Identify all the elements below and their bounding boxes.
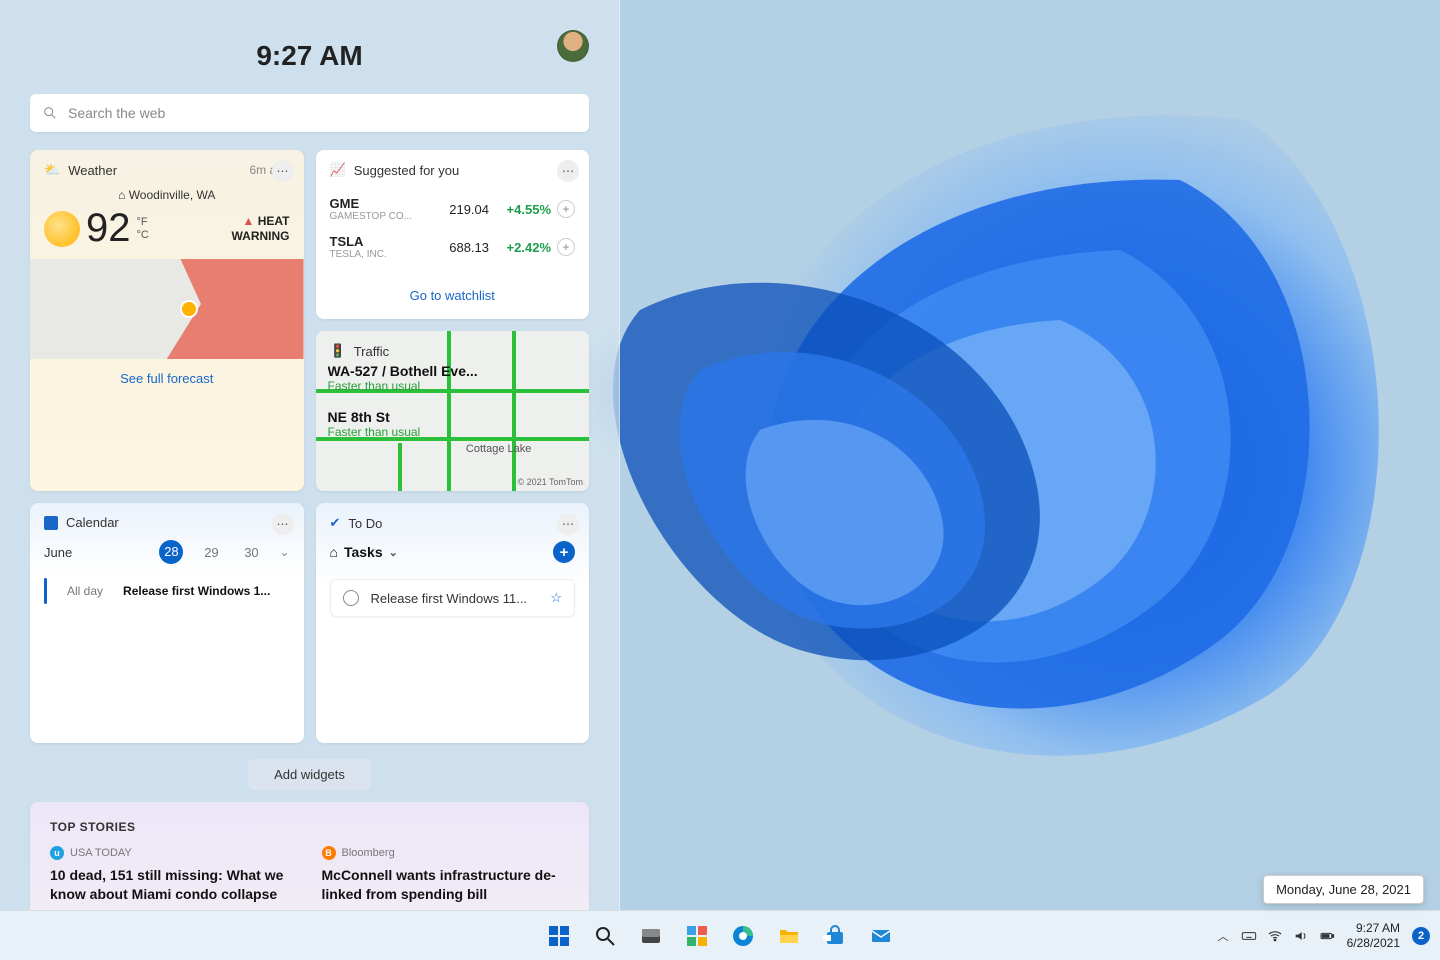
- todo-list-name[interactable]: Tasks: [344, 544, 383, 560]
- weather-location: ⌂ Woodinville, WA: [44, 188, 290, 202]
- wifi-icon[interactable]: [1267, 928, 1283, 944]
- weather-more-button[interactable]: ⋯: [272, 160, 294, 182]
- traffic-widget[interactable]: 🚦 Traffic ⋯ Cottage Lake WA-527 / Bothel…: [316, 331, 590, 491]
- user-avatar[interactable]: [557, 30, 589, 62]
- task-checkbox[interactable]: [343, 590, 359, 606]
- stocks-icon: 📈: [330, 162, 346, 178]
- watchlist-link[interactable]: Go to watchlist: [316, 276, 590, 319]
- stock-row[interactable]: GME GAMESTOP CO... 219.04 +4.55% +: [330, 190, 576, 228]
- source-icon: B: [322, 846, 336, 860]
- system-tray[interactable]: [1241, 928, 1335, 944]
- start-button[interactable]: [539, 916, 579, 956]
- calendar-widget[interactable]: Calendar ⋯ June 28 29 30 ⌄ All day Relea…: [30, 503, 304, 743]
- weather-title: Weather: [68, 163, 117, 178]
- panel-clock: 9:27 AM: [30, 40, 589, 72]
- battery-icon[interactable]: [1319, 928, 1335, 944]
- calendar-expand[interactable]: ⌄: [279, 545, 289, 559]
- stocks-widget[interactable]: 📈 Suggested for you ⋯ GME GAMESTOP CO...…: [316, 150, 590, 319]
- weather-forecast-link[interactable]: See full forecast: [30, 359, 304, 398]
- date-tooltip: Monday, June 28, 2021: [1263, 875, 1424, 904]
- star-icon[interactable]: ☆: [550, 590, 562, 606]
- calendar-more-button[interactable]: ⋯: [272, 513, 294, 535]
- traffic-status: Faster than usual: [328, 379, 488, 393]
- weather-icon: ⛅: [44, 162, 60, 178]
- calendar-day-selected[interactable]: 28: [159, 540, 183, 564]
- taskbar: ︿ 9:27 AM 6/28/2021 2: [0, 910, 1440, 960]
- weather-warning: ▲ HEAT WARNING: [232, 214, 290, 243]
- warning-icon: ▲: [242, 214, 254, 228]
- stocks-title: Suggested for you: [354, 163, 460, 178]
- add-widgets-button[interactable]: Add widgets: [248, 759, 371, 790]
- add-task-button[interactable]: +: [553, 541, 575, 563]
- news-item[interactable]: u USA TODAY 10 dead, 151 still missing: …: [50, 846, 298, 904]
- news-source: USA TODAY: [70, 847, 132, 859]
- traffic-copyright: © 2021 TomTom: [518, 477, 584, 487]
- keyboard-icon[interactable]: [1241, 928, 1257, 944]
- traffic-icon: 🚦: [330, 343, 346, 359]
- weather-widget[interactable]: ⛅ Weather 6m ago ⋯ ⌂ Woodinville, WA 92 …: [30, 150, 304, 491]
- search-input[interactable]: [68, 105, 577, 121]
- weather-temp: 92: [86, 206, 131, 251]
- news-headline: McConnell wants infrastructure de-linked…: [322, 866, 570, 904]
- tray-overflow-button[interactable]: ︿: [1218, 928, 1229, 944]
- calendar-day[interactable]: 30: [239, 545, 263, 560]
- calendar-event[interactable]: All day Release first Windows 1...: [44, 578, 290, 604]
- volume-icon[interactable]: [1293, 928, 1309, 944]
- sun-icon: [44, 211, 80, 247]
- todo-item[interactable]: Release first Windows 11... ☆: [330, 579, 576, 617]
- news-headline: 10 dead, 151 still missing: What we know…: [50, 866, 298, 904]
- todo-title: To Do: [348, 516, 382, 531]
- home-icon: ⌂: [330, 544, 338, 560]
- todo-widget[interactable]: ✔ To Do ⋯ ⌂ Tasks ⌄ + Release first Wind…: [316, 503, 590, 743]
- news-source: Bloomberg: [342, 847, 395, 859]
- chevron-down-icon[interactable]: ⌄: [389, 546, 398, 559]
- search-icon: [42, 105, 58, 121]
- mail-button[interactable]: [861, 916, 901, 956]
- add-stock-button[interactable]: +: [557, 200, 575, 218]
- top-stories-title: TOP STORIES: [50, 820, 569, 834]
- traffic-title: Traffic: [354, 344, 389, 359]
- stock-row[interactable]: TSLA TESLA, INC. 688.13 +2.42% +: [330, 228, 576, 266]
- file-explorer-button[interactable]: [769, 916, 809, 956]
- weather-map: [30, 259, 304, 359]
- task-view-button[interactable]: [631, 916, 671, 956]
- add-stock-button[interactable]: +: [557, 238, 575, 256]
- calendar-title: Calendar: [66, 515, 119, 530]
- traffic-route: WA-527 / Bothell Eve...: [328, 363, 488, 379]
- calendar-icon: [44, 516, 58, 530]
- todo-icon: ✔: [330, 515, 341, 531]
- stocks-more-button[interactable]: ⋯: [557, 160, 579, 182]
- calendar-month: June: [44, 545, 143, 560]
- calendar-day[interactable]: 29: [199, 545, 223, 560]
- news-item[interactable]: B Bloomberg McConnell wants infrastructu…: [322, 846, 570, 904]
- taskbar-search-button[interactable]: [585, 916, 625, 956]
- widgets-button[interactable]: [677, 916, 717, 956]
- todo-more-button[interactable]: ⋯: [557, 513, 579, 535]
- edge-button[interactable]: [723, 916, 763, 956]
- event-indicator: [44, 578, 47, 604]
- top-stories-widget[interactable]: TOP STORIES u USA TODAY 10 dead, 151 sti…: [30, 802, 589, 910]
- taskbar-clock[interactable]: 9:27 AM 6/28/2021: [1347, 921, 1400, 950]
- notifications-button[interactable]: 2: [1412, 927, 1430, 945]
- search-bar[interactable]: [30, 94, 589, 132]
- traffic-place: Cottage Lake: [466, 443, 531, 455]
- store-button[interactable]: [815, 916, 855, 956]
- source-icon: u: [50, 846, 64, 860]
- weather-units: °F °C: [137, 216, 149, 240]
- traffic-route: NE 8th St: [328, 409, 488, 425]
- widgets-panel: 9:27 AM ⛅ Weather 6m ago ⋯ ⌂ Woodinville…: [0, 0, 620, 910]
- home-icon: ⌂: [118, 188, 125, 202]
- traffic-status: Faster than usual: [328, 425, 488, 439]
